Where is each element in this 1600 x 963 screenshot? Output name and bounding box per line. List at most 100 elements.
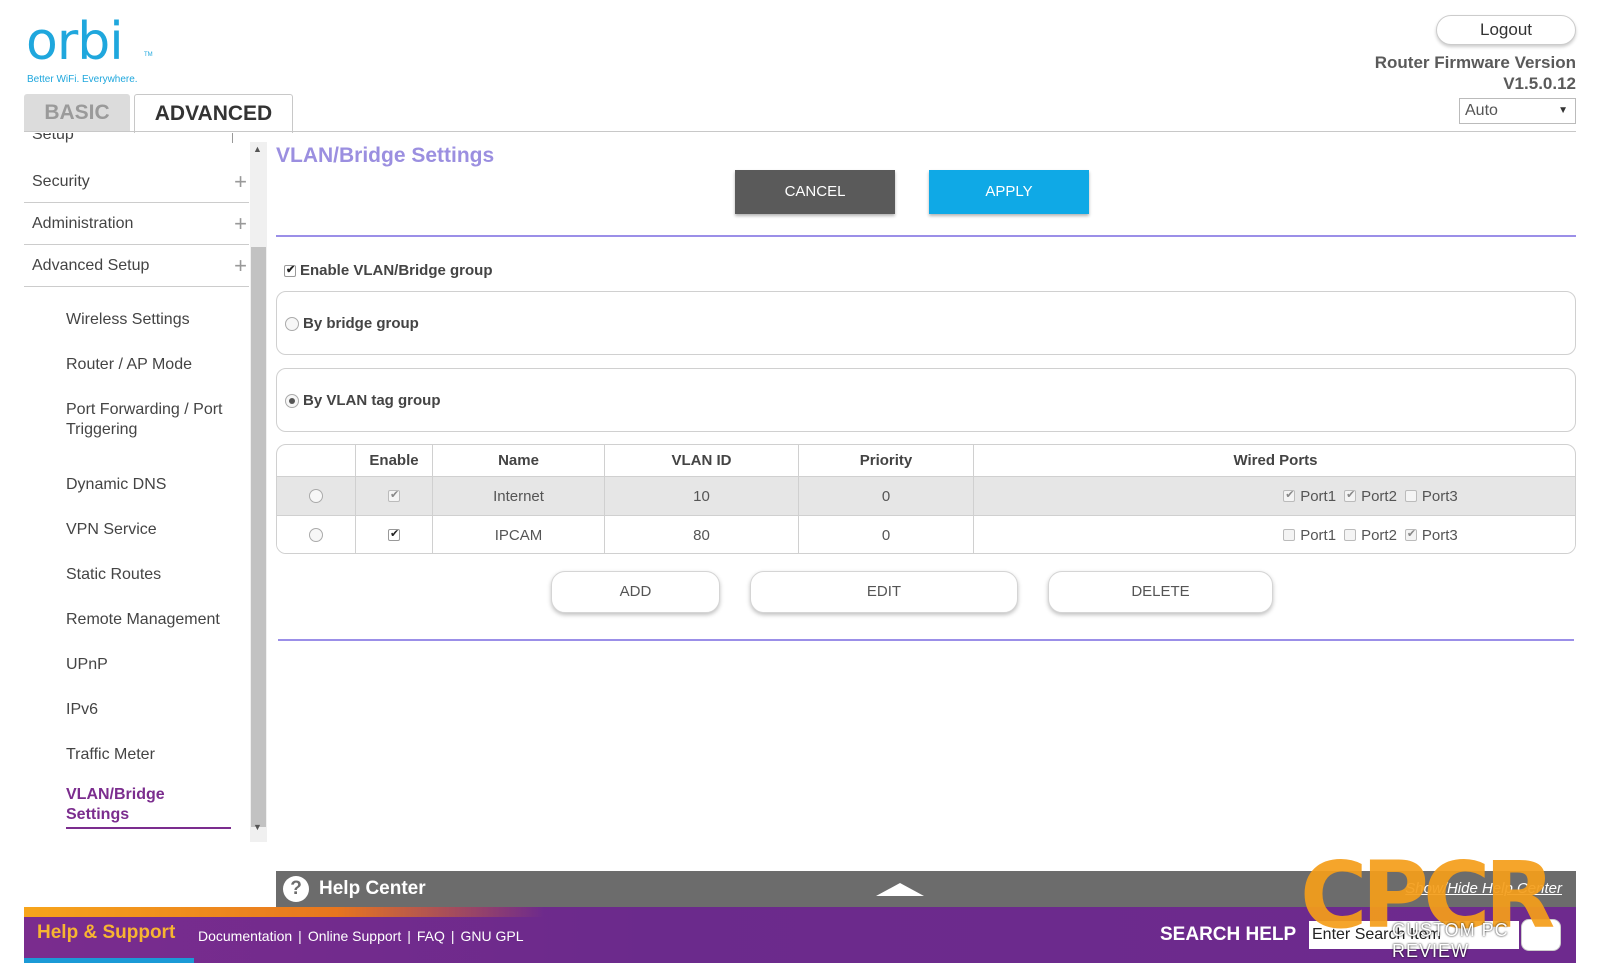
header-vlan-id: VLAN ID [604, 445, 798, 476]
header-name: Name [432, 445, 604, 476]
header-priority: Priority [798, 445, 973, 476]
tab-advanced[interactable]: ADVANCED [134, 94, 293, 133]
question-icon: ? [283, 876, 309, 902]
sidebar-scrollbar[interactable]: ▲ ▼ [250, 142, 267, 842]
row-select-radio[interactable] [309, 528, 323, 542]
port1-option: Port1 [1283, 488, 1336, 505]
by-bridge-option[interactable]: By bridge group [285, 315, 419, 332]
sidebar-item-ipv6[interactable]: IPv6 [66, 700, 246, 720]
vlan-group-box: By VLAN tag group [276, 368, 1576, 432]
enable-vlan-checkbox[interactable] [284, 263, 296, 278]
sidebar-item-dynamic-dns[interactable]: Dynamic DNS [66, 475, 246, 495]
port2-label: Port2 [1361, 526, 1397, 544]
sidebar-item-vlan-bridge[interactable]: VLAN/Bridge Settings [66, 785, 231, 829]
sidebar-item-vpn-service[interactable]: VPN Service [66, 520, 246, 540]
port3-label: Port3 [1421, 487, 1458, 505]
sidebar-item-remote-management[interactable]: Remote Management [66, 610, 246, 630]
row-ports-cell: Port1 Port2 Port3 [973, 516, 1575, 553]
sidebar-item-port-forwarding[interactable]: Port Forwarding / Port Triggering [66, 400, 246, 440]
row-priority: 0 [798, 477, 973, 515]
table-header: Enable Name VLAN ID Priority Wired Ports [277, 445, 1575, 476]
sidebar-item-label: Advanced Setup [32, 257, 150, 274]
by-vlan-radio[interactable] [285, 394, 299, 409]
plus-icon: + [234, 169, 247, 194]
port3-checkbox [1404, 490, 1417, 502]
by-vlan-option[interactable]: By VLAN tag group [285, 392, 441, 409]
enable-vlan-option[interactable]: Enable VLAN/Bridge group [284, 262, 493, 279]
gnu-gpl-link[interactable]: GNU GPL [461, 928, 524, 944]
firmware-label: Router Firmware Version [1374, 53, 1576, 72]
language-select[interactable]: Auto ▼ [1459, 98, 1576, 124]
sidebar-item-security[interactable]: Security + [24, 161, 249, 203]
online-support-link[interactable]: Online Support [308, 928, 401, 944]
by-bridge-radio[interactable] [285, 317, 299, 332]
port3-option: Port3 [1404, 487, 1458, 505]
section-divider [278, 639, 1574, 641]
row-select-cell [277, 516, 355, 553]
sidebar-item-router-ap-mode[interactable]: Router / AP Mode [66, 355, 246, 375]
scroll-up-icon[interactable]: ▲ [253, 144, 262, 154]
language-value: Auto [1465, 102, 1498, 119]
header-enable: Enable [355, 445, 432, 476]
header-divider [24, 131, 1576, 132]
expand-arrow-icon[interactable] [876, 883, 924, 896]
row-enable-checkbox[interactable] [388, 527, 400, 541]
add-button[interactable]: ADD [551, 571, 720, 613]
sidebar-item-static-routes[interactable]: Static Routes [66, 565, 246, 585]
row-name: IPCAM [432, 516, 604, 553]
port2-option: Port2 [1344, 527, 1397, 544]
bridge-group-box: By bridge group [276, 291, 1576, 355]
dropdown-arrow-icon: ▼ [1558, 105, 1568, 116]
sidebar-item-label: Security [32, 173, 90, 190]
port2-option: Port2 [1344, 488, 1397, 505]
sidebar-item-wireless-settings[interactable]: Wireless Settings [66, 310, 246, 330]
scroll-down-icon[interactable]: ▼ [253, 822, 262, 832]
sidebar-item-traffic-meter[interactable]: Traffic Meter [66, 745, 246, 765]
port2-checkbox [1344, 488, 1357, 502]
section-divider [276, 235, 1576, 237]
sidebar: Setup Security + Administration + Advanc… [24, 133, 249, 841]
logo-tagline: Better WiFi. Everywhere. [27, 74, 138, 85]
row-priority: 0 [798, 516, 973, 553]
scrollbar-thumb[interactable] [251, 247, 266, 827]
vlan-table: Enable Name VLAN ID Priority Wired Ports… [276, 444, 1576, 554]
sidebar-item-advanced-setup[interactable]: Advanced Setup + [24, 245, 249, 287]
sidebar-item-administration[interactable]: Administration + [24, 203, 249, 245]
row-select-radio[interactable] [309, 489, 323, 503]
link-separator: | [450, 928, 455, 944]
logo-trademark: TM [144, 52, 153, 58]
page-title: VLAN/Bridge Settings [276, 144, 495, 167]
tab-basic[interactable]: BASIC [24, 94, 130, 132]
port2-checkbox [1344, 529, 1357, 541]
port1-checkbox [1283, 529, 1296, 541]
port1-label: Port1 [1300, 526, 1337, 544]
by-bridge-label: By bridge group [303, 315, 419, 332]
table-row[interactable]: IPCAM 80 0 Port1 Port2 Port3 [277, 515, 1575, 553]
port1-option: Port1 [1283, 527, 1336, 544]
documentation-link[interactable]: Documentation [198, 928, 292, 944]
sidebar-item-label: Administration [32, 215, 134, 232]
apply-button[interactable]: APPLY [929, 170, 1089, 214]
logout-button[interactable]: Logout [1436, 15, 1576, 45]
port3-checkbox [1404, 527, 1417, 541]
logo-wordmark: orbi [26, 12, 124, 72]
link-separator: | [407, 928, 411, 944]
edit-button[interactable]: EDIT [750, 571, 1018, 613]
table-row[interactable]: Internet 10 0 Port1 Port2 Port3 [277, 476, 1575, 515]
cancel-button[interactable]: CANCEL [735, 170, 895, 214]
port1-checkbox [1283, 488, 1296, 502]
enable-vlan-label: Enable VLAN/Bridge group [300, 262, 493, 279]
faq-link[interactable]: FAQ [417, 928, 445, 944]
help-support-title: Help & Support [37, 922, 176, 943]
firmware-info: Router Firmware Version V1.5.0.12 [1375, 52, 1576, 94]
cpcr-watermark: CPCR CUSTOM PC REVIEW [1300, 850, 1590, 962]
row-vlan-id: 10 [604, 477, 798, 515]
port1-label: Port1 [1300, 487, 1337, 505]
delete-button[interactable]: DELETE [1048, 571, 1273, 613]
sidebar-item-setup[interactable]: Setup [32, 133, 74, 149]
setup-plus-icon [232, 133, 233, 143]
row-vlan-id: 80 [604, 516, 798, 553]
footer-links: Documentation | Online Support | FAQ | GNU GPL [198, 928, 524, 944]
row-enable-checkbox [388, 488, 400, 502]
sidebar-item-upnp[interactable]: UPnP [66, 655, 246, 675]
